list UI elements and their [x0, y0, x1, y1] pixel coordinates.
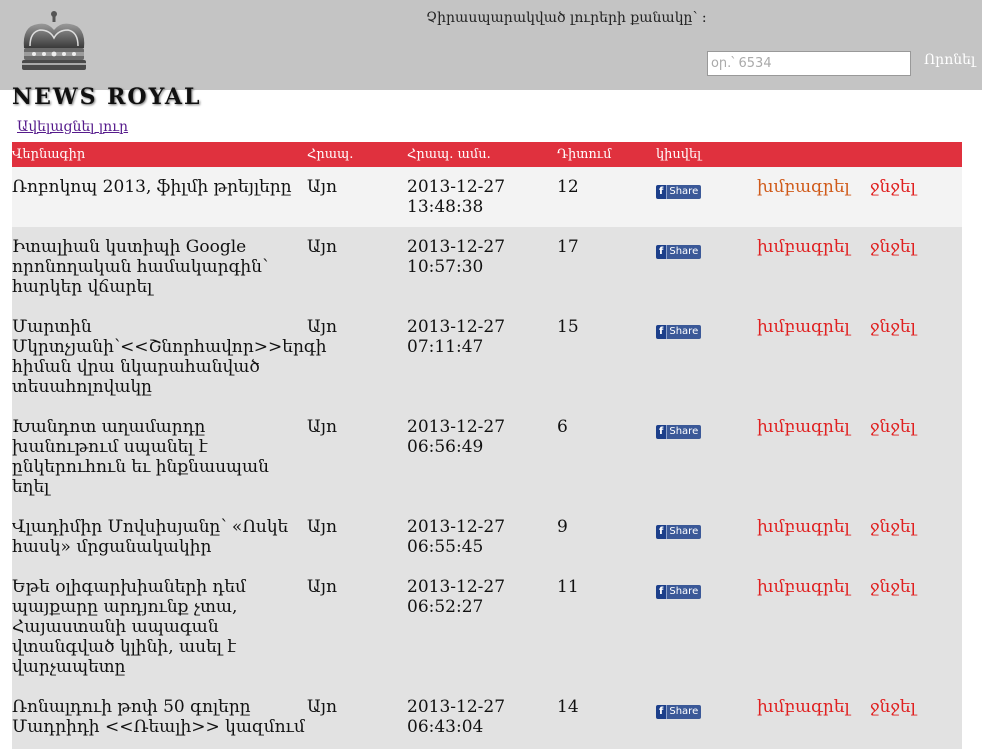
share-button[interactable]: f Share: [656, 179, 702, 199]
delete-button[interactable]: ջնջել: [870, 577, 916, 597]
row-views: 11: [557, 577, 579, 597]
logo-text: NEWS ROYAL: [12, 84, 202, 110]
news-table: Վերնագիր Հրապ. Հրապ. ամս. Դիտում կիսվել …: [12, 142, 962, 749]
header-bar: NEWS ROYAL Չիրասպարակված լուրերի քանակը՝…: [0, 0, 982, 110]
table-row: Վլադիմիր Մովսիսյանը՝ «Ոսկե հասկ» մրցանակ…: [12, 507, 962, 567]
facebook-icon: f: [656, 325, 668, 339]
search-input[interactable]: [707, 51, 911, 76]
edit-button[interactable]: խմբագրել: [757, 697, 850, 717]
delete-button[interactable]: ջնջել: [870, 417, 916, 437]
row-published: Այո: [307, 697, 338, 717]
facebook-icon: f: [656, 585, 668, 599]
table-row: Խանդոտ աղամարդը խանութում սպանել է ընկեր…: [12, 407, 962, 507]
row-views: 6: [557, 417, 568, 437]
row-published: Այո: [307, 417, 338, 437]
table-row: Ռոնալդուի թոփ 50 գոլերը Մադրիդի <<Ռեալի>…: [12, 687, 962, 749]
share-button[interactable]: f Share: [656, 579, 702, 599]
share-label: Share: [667, 585, 702, 599]
row-published: Այո: [307, 177, 338, 197]
table-header: Վերնագիր Հրապ. Հրապ. ամս. Դիտում կիսվել: [12, 142, 962, 167]
share-button[interactable]: f Share: [656, 519, 702, 539]
delete-button[interactable]: ջնջել: [870, 177, 916, 197]
row-date: 2013-12-27 06:52:27: [407, 577, 506, 617]
row-views: 14: [557, 697, 579, 717]
row-published: Այո: [307, 517, 338, 537]
column-header-views: Դիտում: [557, 147, 612, 162]
facebook-icon: f: [656, 245, 668, 259]
facebook-icon: f: [656, 425, 668, 439]
row-title: Խանդոտ աղամարդը խանութում սպանել է ընկեր…: [12, 417, 269, 497]
edit-button[interactable]: խմբագրել: [757, 417, 850, 437]
share-label: Share: [667, 425, 702, 439]
share-label: Share: [667, 525, 702, 539]
row-title: Մարտին Մկրտչյանի՝<<Շնորհավոր>>երգի հիման…: [12, 317, 327, 397]
add-news-link[interactable]: Ավելացնել լուր: [17, 119, 128, 135]
row-published: Այո: [307, 317, 338, 337]
edit-button[interactable]: խմբագրել: [757, 317, 850, 337]
table-row: Իտալիան կստիպի Google որոնողական համակար…: [12, 227, 962, 307]
row-title: Ռոբոկոպ 2013, ֆիլմի թրեյլերը: [12, 177, 292, 197]
delete-button[interactable]: ջնջել: [870, 317, 916, 337]
edit-button[interactable]: խմբագրել: [757, 177, 850, 197]
share-label: Share: [667, 245, 702, 259]
row-date: 2013-12-27 10:57:30: [407, 237, 506, 277]
column-header-share: կիսվել: [656, 147, 702, 162]
edit-button[interactable]: խմբագրել: [757, 517, 850, 537]
delete-button[interactable]: ջնջել: [870, 517, 916, 537]
table-row: Ռոբոկոպ 2013, ֆիլմի թրեյլերը Այո 2013-12…: [12, 167, 962, 227]
table-row: Մարտին Մկրտչյանի՝<<Շնորհավոր>>երգի հիման…: [12, 307, 962, 407]
share-button[interactable]: f Share: [656, 699, 702, 719]
edit-button[interactable]: խմբագրել: [757, 237, 850, 257]
crown-icon: [22, 11, 86, 70]
share-label: Share: [667, 185, 702, 199]
row-views: 12: [557, 177, 579, 197]
delete-button[interactable]: ջնջել: [870, 237, 916, 257]
row-title: Ռոնալդուի թոփ 50 գոլերը Մադրիդի <<Ռեալի>…: [12, 697, 305, 737]
unread-count-label: Չիրասպարակված լուրերի քանակը՝ :: [426, 10, 707, 26]
row-date: 2013-12-27 07:11:47: [407, 317, 506, 357]
row-views: 9: [557, 517, 568, 537]
column-header-title: Վերնագիր: [12, 147, 86, 162]
facebook-icon: f: [656, 525, 668, 539]
share-button[interactable]: f Share: [656, 419, 702, 439]
row-published: Այո: [307, 577, 338, 597]
table-row: Եթե օլիգարխիաների դեմ պայքարը արդյունք չ…: [12, 567, 962, 687]
delete-button[interactable]: ջնջել: [870, 697, 916, 717]
edit-button[interactable]: խմբագրել: [757, 577, 850, 597]
row-date: 2013-12-27 06:55:45: [407, 517, 506, 557]
row-title: Եթե օլիգարխիաների դեմ պայքարը արդյունք չ…: [12, 577, 246, 677]
share-label: Share: [667, 705, 702, 719]
row-date: 2013-12-27 06:56:49: [407, 417, 506, 457]
row-published: Այո: [307, 237, 338, 257]
search-button[interactable]: Որոնել: [924, 52, 975, 68]
logo[interactable]: NEWS ROYAL: [6, 8, 206, 110]
facebook-icon: f: [656, 185, 668, 199]
share-button[interactable]: f Share: [656, 239, 702, 259]
share-label: Share: [667, 325, 702, 339]
row-title: Վլադիմիր Մովսիսյանը՝ «Ոսկե հասկ» մրցանակ…: [12, 517, 289, 557]
row-views: 15: [557, 317, 579, 337]
row-date: 2013-12-27 13:48:38: [407, 177, 506, 217]
share-button[interactable]: f Share: [656, 319, 702, 339]
row-title: Իտալիան կստիպի Google որոնողական համակար…: [12, 237, 269, 297]
row-date: 2013-12-27 06:43:04: [407, 697, 506, 737]
row-views: 17: [557, 237, 579, 257]
column-header-published: Հրապ.: [307, 147, 354, 162]
column-header-date: Հրապ. ամս.: [407, 147, 491, 162]
facebook-icon: f: [656, 705, 668, 719]
